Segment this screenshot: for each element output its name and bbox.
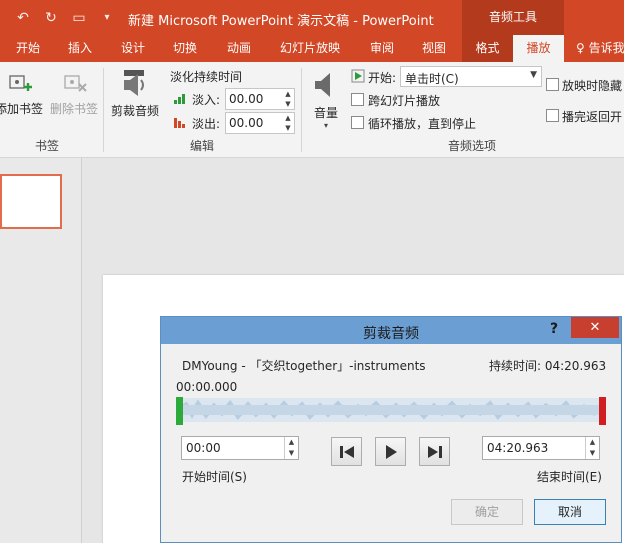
fade-in-input[interactable]: 00.00 ▲ ▼: [225, 88, 295, 110]
play-button[interactable]: [375, 437, 406, 466]
ribbon-tabs: 开始 插入 设计 切换 动画 幻灯片放映 审阅 视图 格式 播放 ♀ 告诉我: [0, 35, 624, 62]
ok-button[interactable]: 确定: [451, 499, 523, 525]
tab-animations[interactable]: 动画: [217, 35, 261, 62]
play-across-slides-checkbox[interactable]: [351, 93, 364, 106]
start-trim-handle[interactable]: [176, 397, 183, 425]
track-name: DMYoung - 「交织together」-instruments: [182, 359, 426, 373]
slide-thumbnail-pane: [0, 158, 82, 543]
close-button[interactable]: ✕: [571, 317, 619, 338]
tab-view[interactable]: 视图: [412, 35, 456, 62]
spin-up-icon[interactable]: ▲: [285, 437, 298, 448]
next-frame-icon: [427, 445, 442, 458]
fade-in-value: 00.00: [229, 92, 264, 106]
previous-frame-icon: [339, 445, 354, 458]
fade-in-label: 淡入:: [192, 93, 221, 107]
start-select-value: 单击时(C): [405, 72, 459, 86]
play-across-slides-label: 跨幻灯片播放: [368, 94, 441, 108]
dialog-title-bar: 剪裁音频 ? ✕: [161, 317, 621, 344]
end-time-value: 04:20.963: [487, 441, 549, 455]
tell-me-box[interactable]: ♀ 告诉我: [576, 35, 624, 62]
slide-thumbnail[interactable]: [0, 174, 62, 229]
ribbon: 添加书签 删除书签 书签 剪裁音频 淡化持续时间 淡入: 00.00 ▲ ▼ 淡出…: [0, 62, 624, 158]
volume-dropdown-icon: ▾: [323, 121, 328, 130]
hide-during-show-checkbox[interactable]: [546, 78, 559, 91]
title-bar: ↶ ↻ ▭ ▾ 新建 Microsoft PowerPoint 演示文稿 - P…: [0, 0, 624, 35]
tell-me-label: 告诉我: [588, 41, 624, 55]
start-time-label: 开始时间(S): [182, 470, 247, 484]
trim-audio-dialog: 剪裁音频 ? ✕ DMYoung - 「交织together」-instrume…: [160, 316, 622, 543]
volume-label: 音量: [313, 106, 338, 120]
remove-bookmark-label: 删除书签: [49, 102, 98, 116]
spin-up-icon[interactable]: ▲: [586, 437, 599, 448]
tab-transitions[interactable]: 切换: [163, 35, 207, 62]
trim-audio-button[interactable]: 剪裁音频: [107, 68, 163, 119]
fade-out-label: 淡出:: [192, 117, 221, 131]
cancel-button[interactable]: 取消: [534, 499, 606, 525]
tab-review[interactable]: 审阅: [360, 35, 404, 62]
tab-design[interactable]: 设计: [111, 35, 155, 62]
fade-out-value: 00.00: [229, 116, 264, 130]
chevron-down-icon: ▼: [530, 70, 537, 80]
dialog-body: DMYoung - 「交织together」-instruments 持续时间:…: [161, 344, 621, 542]
quick-access-toolbar: ↶ ↻ ▭ ▾: [0, 0, 118, 35]
end-trim-handle[interactable]: [599, 397, 606, 425]
rewind-after-playing-checkbox[interactable]: [546, 109, 559, 122]
current-time: 00:00.000: [176, 380, 238, 394]
customize-qat-icon[interactable]: ▾: [96, 7, 118, 29]
fade-duration-label: 淡化持续时间: [170, 70, 243, 84]
trim-audio-label: 剪裁音频: [110, 104, 159, 118]
start-select[interactable]: 单击时(C) ▼: [400, 66, 542, 87]
rewind-after-playing-label: 播完返回开: [562, 110, 623, 124]
tab-format[interactable]: 格式: [462, 35, 513, 62]
fade-out-input[interactable]: 00.00 ▲ ▼: [225, 112, 295, 134]
start-label: 开始:: [368, 71, 397, 85]
trim-audio-icon: [124, 70, 144, 96]
audio-tools-context-label: 音频工具: [462, 0, 564, 35]
remove-bookmark-icon: [64, 75, 87, 92]
speaker-icon: [315, 73, 330, 97]
spin-down-icon[interactable]: ▼: [282, 123, 294, 133]
spin-down-icon[interactable]: ▼: [586, 448, 599, 459]
group-divider: [103, 68, 104, 152]
add-bookmark-button[interactable]: 添加书签: [0, 70, 46, 117]
help-button[interactable]: ?: [550, 321, 558, 337]
start-time-value: 00:00: [186, 441, 221, 455]
bookmarks-group-label: 书签: [34, 139, 59, 153]
play-icon: [385, 444, 397, 459]
audio-waveform[interactable]: [178, 398, 604, 422]
remove-bookmark-button[interactable]: 删除书签: [48, 70, 100, 117]
redo-icon[interactable]: ↻: [40, 7, 62, 29]
fade-out-icon: [174, 118, 185, 128]
duration-label: 持续时间: 04:20.963: [489, 359, 607, 373]
tab-slideshow[interactable]: 幻灯片放映: [270, 35, 350, 62]
previous-frame-button[interactable]: [331, 437, 362, 466]
tab-playback[interactable]: 播放: [513, 35, 564, 62]
undo-icon[interactable]: ↶: [12, 7, 34, 29]
spin-down-icon[interactable]: ▼: [285, 448, 298, 459]
end-time-input[interactable]: 04:20.963 ▲ ▼: [482, 436, 600, 460]
loop-label: 循环播放，直到停止: [368, 117, 477, 131]
window-title: 新建 Microsoft PowerPoint 演示文稿 - PowerPoin…: [128, 14, 434, 29]
group-divider: [301, 68, 302, 152]
hide-during-show-label: 放映时隐藏: [562, 79, 623, 93]
spin-up-icon[interactable]: ▲: [282, 89, 294, 99]
loop-checkbox[interactable]: [351, 116, 364, 129]
add-bookmark-icon: [9, 75, 32, 91]
volume-button[interactable]: 音量 ▾: [308, 70, 344, 130]
tab-home[interactable]: 开始: [6, 35, 50, 62]
start-time-input[interactable]: 00:00 ▲ ▼: [181, 436, 299, 460]
audio-options-group-label: 音频选项: [447, 139, 496, 153]
add-bookmark-label: 添加书签: [0, 102, 43, 116]
spin-down-icon[interactable]: ▼: [282, 99, 294, 109]
next-frame-button[interactable]: [419, 437, 450, 466]
start-icon: [351, 69, 365, 83]
lightbulb-icon: ♀: [576, 41, 585, 55]
spin-up-icon[interactable]: ▲: [282, 113, 294, 123]
editing-group-label: 编辑: [189, 139, 214, 153]
start-slideshow-icon[interactable]: ▭: [68, 7, 90, 29]
tab-insert[interactable]: 插入: [58, 35, 102, 62]
fade-in-icon: [174, 94, 185, 104]
end-time-label: 结束时间(E): [537, 470, 602, 484]
